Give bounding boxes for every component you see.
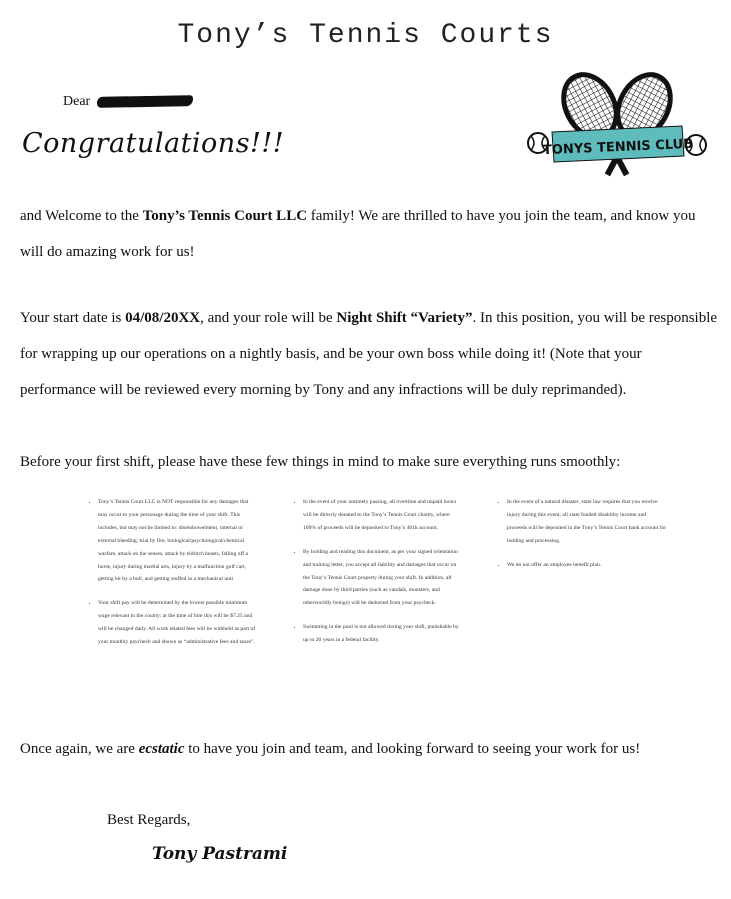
greeting-line: Dear [63,94,193,110]
rules-column-3: In the event of a natural disaster, stat… [489,496,667,583]
document-title: Tony’s Tennis Courts [177,20,554,51]
role-name: Night Shift “Variety” [336,310,473,326]
rule-item: Swimming in the pool is not allowed duri… [303,621,463,647]
rule-item: Your shift pay will be determined by the… [98,597,258,649]
rule-item: In the event of a natural disaster, stat… [507,496,667,548]
rule-item: Tony’s Tennis Court LLC is NOT responsib… [98,496,258,586]
crossed-rackets-icon [561,72,673,177]
instructions-intro: Before your first shift, please have the… [20,454,621,470]
start-date-paragraph: Your start date is 04/08/20XX, and your … [20,310,718,398]
welcome-paragraph: and Welcome to the Tony’s Tennis Court L… [20,208,696,260]
best-regards: Best Regards, [107,812,191,828]
closing-paragraph: Once again, we are ecstatic to have you … [20,741,641,757]
tennis-club-logo: TONYS TENNIS CLUB [527,72,707,177]
congratulations-heading: Congratulations!!! [22,128,285,159]
greeting-dear: Dear [63,94,91,109]
redacted-name [96,95,193,109]
rules-column-2: In the event of your untimely passing, a… [285,496,463,658]
rules-column-1: Tony’s Tennis Court LLC is NOT responsib… [80,496,258,660]
signature: Tony Pastrami [152,844,288,864]
rule-item: In the event of your untimely passing, a… [303,496,463,535]
emphasis-ecstatic: ecstatic [138,741,185,757]
company-name: Tony’s Tennis Court LLC [142,208,308,224]
start-date: 04/08/20XX [125,310,201,326]
rule-item: By holding and reading this document, as… [303,546,463,611]
rule-item: We do not offer an employee benefit plan… [507,559,667,572]
